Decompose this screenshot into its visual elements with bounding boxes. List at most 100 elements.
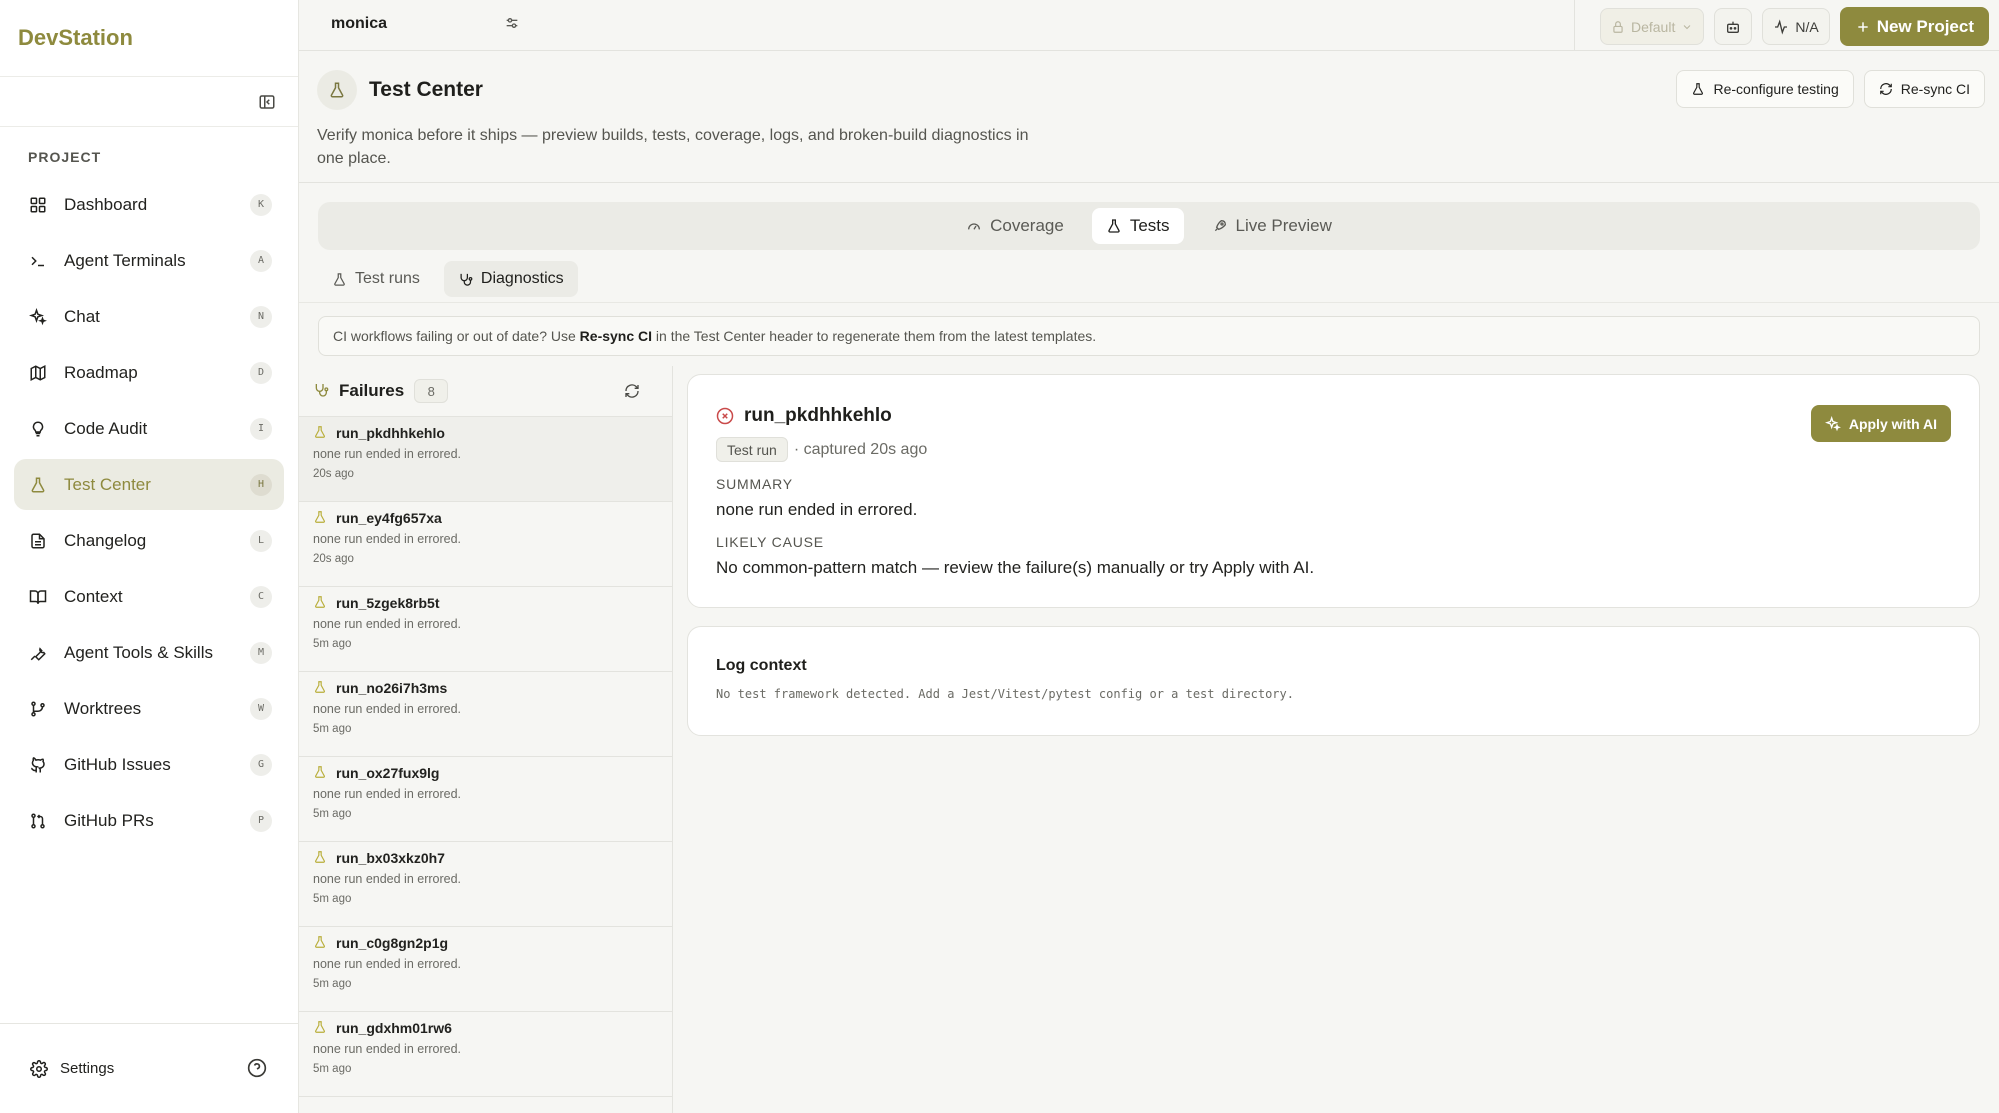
shortcut-key-badge: D: [250, 361, 272, 384]
shortcut-key-badge: H: [250, 473, 272, 496]
failure-list-item[interactable]: run_c0g8gn2p1g none run ended in errored.…: [299, 927, 672, 1012]
failure-list-item[interactable]: run_gdxhm01rw6 none run ended in errored.…: [299, 1012, 672, 1097]
project-name[interactable]: monica: [331, 15, 387, 33]
flask-icon: [313, 595, 327, 611]
status-button[interactable]: N/A: [1762, 8, 1830, 45]
failure-list-item[interactable]: run_bx03xkz0h7 none run ended in errored.…: [299, 842, 672, 927]
activity-icon: [1775, 18, 1788, 35]
file-text-icon: [28, 531, 48, 551]
failure-message: none run ended in errored.: [313, 532, 462, 546]
reconfigure-testing-button[interactable]: Re-configure testing: [1676, 70, 1854, 108]
git-pull-request-icon: [28, 811, 48, 831]
failure-time: 5m ago: [313, 638, 352, 650]
refresh-icon: [1879, 83, 1892, 95]
profile-label: Default: [1630, 18, 1676, 35]
sidebar-item-label: GitHub Issues: [64, 754, 171, 774]
sidebar-item-test-center[interactable]: Test Center H: [14, 459, 284, 510]
refresh-icon: [625, 384, 639, 398]
sidebar-item-agent-tools-skills[interactable]: Agent Tools & Skills M: [14, 627, 284, 678]
project-settings-button[interactable]: [504, 15, 524, 35]
sidebar-item-agent-terminals[interactable]: Agent Terminals A: [14, 235, 284, 286]
sidebar-item-github-prs[interactable]: GitHub PRs P: [14, 795, 284, 846]
failure-list-item[interactable]: run_ey4fg657xanone run ended in errored.…: [299, 502, 672, 587]
sliders-icon: [506, 18, 518, 28]
ci-banner: CI workflows failing or out of date? Use…: [318, 316, 1980, 356]
log-context-text: No test framework detected. Add a Jest/V…: [716, 687, 1294, 701]
flask-icon: [334, 272, 345, 286]
failure-time: 5m ago: [313, 1063, 352, 1075]
failures-panel: Failures 8 run_pkdhhkehlo none run ended …: [299, 366, 673, 1113]
topbar: monica Default N/A New Project: [299, 0, 1999, 51]
help-circle-icon: [247, 1058, 267, 1077]
shortcut-key-badge: I: [250, 417, 272, 440]
sub-tabs: Test runs Diagnostics: [318, 261, 578, 297]
sidebar-item-github-issues[interactable]: GitHub Issues G: [14, 739, 284, 790]
sidebar-item-dashboard[interactable]: Dashboard K: [14, 179, 284, 230]
sparkles-icon: [28, 307, 48, 327]
sidebar-item-code-audit[interactable]: Code Audit I: [14, 403, 284, 454]
agent-button[interactable]: [1714, 8, 1753, 45]
settings-link[interactable]: Settings: [30, 1059, 247, 1078]
shortcut-key-badge: P: [250, 809, 272, 832]
failure-list-item[interactable]: run_no26i7h3msnone run ended in errored.…: [299, 672, 672, 757]
apply-label: Apply with AI: [1848, 415, 1937, 432]
subtab-test-runs[interactable]: Test runs: [318, 261, 434, 297]
failure-run-id: run_ey4fg657xa: [336, 510, 442, 526]
failure-list-item[interactable]: run_ox27fux9lg none run ended in errored.…: [299, 757, 672, 842]
failure-list-item[interactable]: run_pkdhhkehlo none run ended in errored.…: [299, 417, 672, 502]
gear-icon: [30, 1059, 48, 1078]
failures-count-badge: 8: [414, 379, 449, 403]
sparkles-icon: [1824, 415, 1841, 431]
profile-select[interactable]: Default: [1599, 8, 1705, 45]
flask-icon: [313, 935, 327, 951]
subtab-diagnostics[interactable]: Diagnostics: [443, 261, 578, 297]
resync-ci-button[interactable]: Re-sync CI: [1863, 70, 1985, 108]
sidebar-item-context[interactable]: Context C: [14, 571, 284, 622]
stethoscope-icon: [313, 382, 331, 400]
sidebar-item-chat[interactable]: Chat N: [14, 291, 284, 342]
refresh-failures-button[interactable]: [620, 379, 644, 403]
page-description: Verify monica before it ships — preview …: [317, 127, 1029, 167]
lightbulb-icon: [28, 419, 48, 439]
github-icon: [28, 755, 48, 775]
failure-time: 5m ago: [313, 723, 352, 735]
git-branch-icon: [28, 699, 48, 719]
sidebar-item-roadmap[interactable]: Roadmap D: [14, 347, 284, 398]
terminal-icon: [28, 251, 48, 271]
shortcut-key-badge: L: [250, 529, 272, 552]
sidebar-item-label: Test Center: [64, 474, 151, 494]
failure-message: none run ended in errored.: [313, 957, 462, 971]
book-icon: [28, 587, 48, 607]
failure-run-id: run_no26i7h3ms: [336, 680, 448, 696]
tab-label: Coverage: [990, 216, 1064, 235]
sidebar-item-label: Roadmap: [64, 362, 138, 382]
subtab-label: Test runs: [355, 270, 420, 287]
sidebar-item-changelog[interactable]: Changelog L: [14, 515, 284, 566]
failure-message: none run ended in errored.: [313, 702, 462, 716]
help-button[interactable]: [247, 1058, 269, 1080]
summary-label: SUMMARY: [716, 476, 793, 492]
tab-coverage[interactable]: Coverage: [952, 208, 1078, 244]
failure-time: 5m ago: [313, 978, 352, 990]
flask-icon: [1108, 219, 1120, 233]
tab-live-preview[interactable]: Live Preview: [1198, 208, 1346, 244]
new-project-button[interactable]: New Project: [1839, 7, 1989, 46]
tab-tests[interactable]: Tests: [1091, 208, 1184, 244]
flask-icon: [313, 1020, 327, 1036]
apply-with-ai-button[interactable]: Apply with AI: [1810, 405, 1951, 442]
sidebar-item-label: Worktrees: [64, 698, 142, 718]
shortcut-key-badge: A: [250, 249, 272, 272]
failure-time: 20s ago: [313, 553, 354, 565]
failures-list: run_pkdhhkehlo none run ended in errored.…: [299, 417, 672, 1097]
sidebar-panel-icon: [259, 95, 275, 109]
sidebar-item-label: Dashboard: [64, 194, 148, 214]
failure-run-id: run_bx03xkz0h7: [336, 850, 445, 866]
sidebar-nav: Dashboard K Agent Terminals A Chat N Roadmap D C…: [14, 179, 284, 851]
failure-list-item[interactable]: run_5zgek8rb5t none run ended in errored.…: [299, 587, 672, 672]
sidebar-item-worktrees[interactable]: Worktrees W: [14, 683, 284, 734]
collapse-sidebar-button[interactable]: [256, 91, 278, 113]
map-icon: [28, 363, 48, 383]
failure-run-id: run_ox27fux9lg: [336, 765, 440, 781]
flask-icon: [1693, 83, 1704, 95]
status-label: N/A: [1795, 18, 1819, 35]
